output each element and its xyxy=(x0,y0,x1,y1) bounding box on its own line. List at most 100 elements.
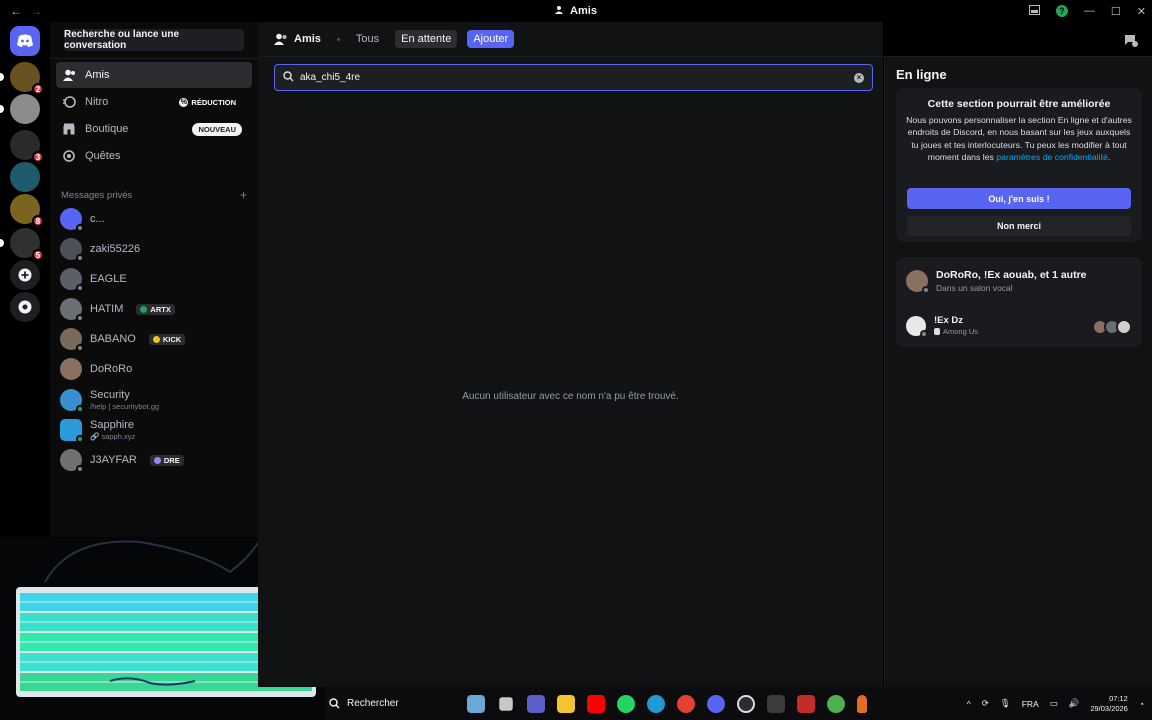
server-icon[interactable] xyxy=(10,162,40,192)
system-tray: ^ ⟳ 🎙 FRA ▭ 🔊 07:12 29/03/2026 ◔ xyxy=(967,687,1144,720)
dm-item[interactable]: EAGLE xyxy=(56,265,252,293)
avatar xyxy=(60,298,84,322)
edge-icon[interactable] xyxy=(647,694,665,713)
dm-name: DoRoRo xyxy=(90,363,133,375)
chrome-icon[interactable] xyxy=(677,694,695,713)
server-icon[interactable]: 3 xyxy=(10,130,44,163)
chat-app-icon[interactable] xyxy=(527,694,545,713)
forward-arrow-icon[interactable]: → xyxy=(30,4,42,18)
card-body: Nous pouvons personnaliser la section En… xyxy=(906,115,1132,163)
media-app-icon[interactable] xyxy=(797,694,815,713)
clear-search-icon[interactable]: × xyxy=(854,72,864,83)
dm-item[interactable]: J3AYFAR DRE xyxy=(56,446,252,474)
microphone-app-icon[interactable] xyxy=(857,694,867,713)
friends-icon xyxy=(274,33,287,45)
game-app-icon[interactable] xyxy=(467,694,485,713)
server-icon[interactable]: 2 xyxy=(0,62,44,95)
whatsapp-icon[interactable] xyxy=(617,694,635,713)
dm-name: Security xyxy=(90,389,130,401)
server-icon[interactable]: 8 xyxy=(10,194,44,227)
nav-label: Boutique xyxy=(85,123,129,135)
game-label: Among Us xyxy=(934,327,978,336)
link-icon: 🔗 xyxy=(90,432,100,441)
dm-item[interactable]: Sapphire 🔗 sapph.xyz xyxy=(56,416,252,444)
dm-name: c... xyxy=(90,213,105,225)
discord-home-icon[interactable] xyxy=(10,26,40,56)
avatar xyxy=(906,270,930,294)
avatar xyxy=(906,315,928,338)
tab-pending[interactable]: En attente xyxy=(395,30,458,48)
volume-icon[interactable]: 🔊 xyxy=(1069,698,1080,709)
nav-nitro[interactable]: Nitro % RÉDUCTION xyxy=(56,89,252,115)
discord-taskbar-icon[interactable] xyxy=(707,694,725,713)
clan-icon xyxy=(153,456,161,464)
obs-icon[interactable] xyxy=(737,694,755,713)
nav-quests[interactable]: Quêtes xyxy=(56,143,252,169)
divider xyxy=(336,37,340,41)
search-icon xyxy=(329,698,340,709)
nitro-icon xyxy=(62,95,76,109)
chevron-up-icon[interactable]: ^ xyxy=(967,699,971,709)
decline-button[interactable]: Non merci xyxy=(907,216,1131,236)
voice-activity-card[interactable]: DoRoRo, !Ex aouab, et 1 autre Dans un sa… xyxy=(896,257,1142,347)
clan-tag: ARTX xyxy=(136,303,175,315)
sync-icon[interactable]: ⟳ xyxy=(982,698,989,709)
help-icon[interactable]: ? xyxy=(1055,5,1068,17)
dm-item[interactable]: Security /help | securitybot.gg xyxy=(56,386,252,414)
empty-state-message: Aucun utilisateur avec ce nom n'a pu êtr… xyxy=(462,391,679,402)
back-arrow-icon[interactable]: ← xyxy=(10,4,22,18)
network-icon[interactable]: ▭ xyxy=(1050,698,1058,709)
terminal-icon[interactable] xyxy=(767,694,785,713)
close-icon[interactable]: ✕ xyxy=(1137,5,1146,18)
nav-shop[interactable]: Boutique NOUVEAU xyxy=(56,116,252,142)
clan-icon xyxy=(140,305,148,313)
server-icon[interactable]: 5 xyxy=(0,228,44,261)
create-dm-icon[interactable]: + xyxy=(240,189,247,201)
personalization-card: Cette section pourrait être améliorée No… xyxy=(896,88,1142,242)
dm-name: HATIM xyxy=(90,303,124,315)
dm-item[interactable]: DoRoRo xyxy=(56,355,252,383)
dm-name: BABANO xyxy=(90,333,136,345)
search-icon xyxy=(283,70,294,85)
server-icon[interactable] xyxy=(0,94,40,124)
inbox-window-icon[interactable] xyxy=(1028,4,1040,18)
taskbar-search[interactable]: Rechercher xyxy=(325,698,445,709)
file-explorer-icon[interactable] xyxy=(557,694,575,713)
tab-all[interactable]: Tous xyxy=(350,30,385,48)
clan-icon xyxy=(152,335,160,343)
dm-item[interactable]: BABANO KICK xyxy=(56,325,252,353)
friend-search-field[interactable]: × xyxy=(274,64,873,91)
privacy-settings-link[interactable]: paramètres de confidentialité xyxy=(996,152,1108,162)
avatar xyxy=(60,238,84,262)
nav-friends[interactable]: Amis xyxy=(56,62,252,88)
maximize-icon[interactable]: ☐ xyxy=(1111,5,1121,18)
friends-title-icon xyxy=(555,5,565,18)
dm-item[interactable]: HATIM ARTX xyxy=(56,295,252,323)
add-server-icon[interactable] xyxy=(10,260,40,290)
friends-icon xyxy=(62,68,76,82)
dm-status-text: 🔗 sapph.xyz xyxy=(90,432,136,441)
notifications-icon[interactable]: ◔ xyxy=(1139,699,1144,709)
activity-subtitle: Dans un salon vocal xyxy=(936,283,1013,293)
discover-icon[interactable] xyxy=(10,292,40,322)
windows-taskbar: Rechercher ^ ⟳ 🎙 FRA ▭ 🔊 07:12 29/03/202… xyxy=(325,687,1152,720)
task-view-icon[interactable] xyxy=(499,696,513,711)
search-input[interactable] xyxy=(300,72,848,83)
clock[interactable]: 07:12 29/03/2026 xyxy=(1090,694,1128,714)
language-indicator[interactable]: FRA xyxy=(1022,699,1039,709)
minimize-icon[interactable]: — xyxy=(1084,5,1095,17)
new-group-dm-icon[interactable] xyxy=(1124,33,1138,50)
add-friend-button[interactable]: Ajouter xyxy=(467,30,515,48)
dm-item[interactable]: zaki55226 xyxy=(56,235,252,263)
dm-status-text: /help | securitybot.gg xyxy=(90,402,160,411)
browser-icon[interactable] xyxy=(827,694,845,713)
conversation-search-button[interactable]: Recherche ou lance une conversation xyxy=(64,29,244,51)
mic-icon[interactable]: 🎙 xyxy=(1000,698,1011,709)
server-rail: 2 3 8 5 xyxy=(0,22,50,537)
youtube-icon[interactable] xyxy=(587,694,605,713)
taskbar-apps xyxy=(467,694,867,713)
dm-name: Sapphire xyxy=(90,419,135,431)
friends-topbar: Amis Tous En attente Ajouter xyxy=(258,22,1152,56)
accept-button[interactable]: Oui, j'en suis ! xyxy=(907,188,1131,209)
dm-item[interactable]: c... xyxy=(56,205,252,233)
